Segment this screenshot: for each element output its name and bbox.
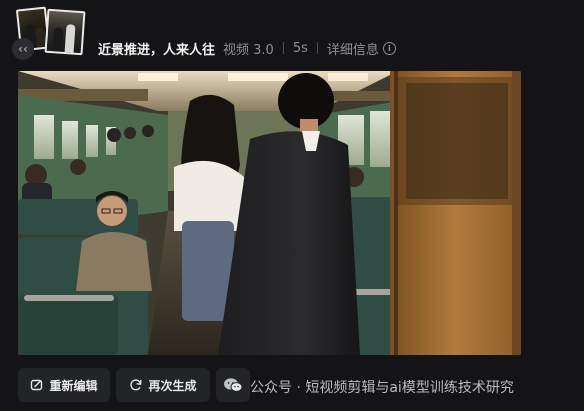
divider <box>282 42 284 54</box>
wechat-icon <box>223 377 243 393</box>
regenerate-button[interactable]: 再次生成 <box>116 368 210 402</box>
video-preview[interactable] <box>18 71 521 355</box>
details-label: 详细信息 <box>326 42 379 58</box>
figure-silhouette <box>64 24 76 53</box>
duration: 5s <box>292 40 308 56</box>
prompt-title: 近景推进，人来人往 <box>98 42 216 58</box>
model-type: 视频 3.0 <box>223 42 274 58</box>
figure-silhouette <box>52 27 64 52</box>
details-link[interactable]: 详细信息 i <box>327 39 396 58</box>
wechat-share-button[interactable] <box>216 368 250 402</box>
re-edit-label: 重新编辑 <box>49 378 98 393</box>
reference-thumbnail-2[interactable] <box>44 8 86 56</box>
generation-header: 近景推进，人来人往 视频 3.0 5s 详细信息 i <box>98 38 396 58</box>
re-edit-button[interactable]: 重新编辑 <box>18 368 110 402</box>
watermark-text: 公众号 · 短视频剪辑与ai模型训练技术研究 <box>250 380 514 396</box>
info-icon: i <box>382 41 396 55</box>
edit-icon <box>30 378 44 392</box>
avatar[interactable]: ‹‹ <box>12 38 34 60</box>
video-frame-illustration <box>18 71 521 355</box>
regenerate-label: 再次生成 <box>148 378 197 393</box>
refresh-icon <box>129 378 143 392</box>
divider <box>316 42 318 54</box>
